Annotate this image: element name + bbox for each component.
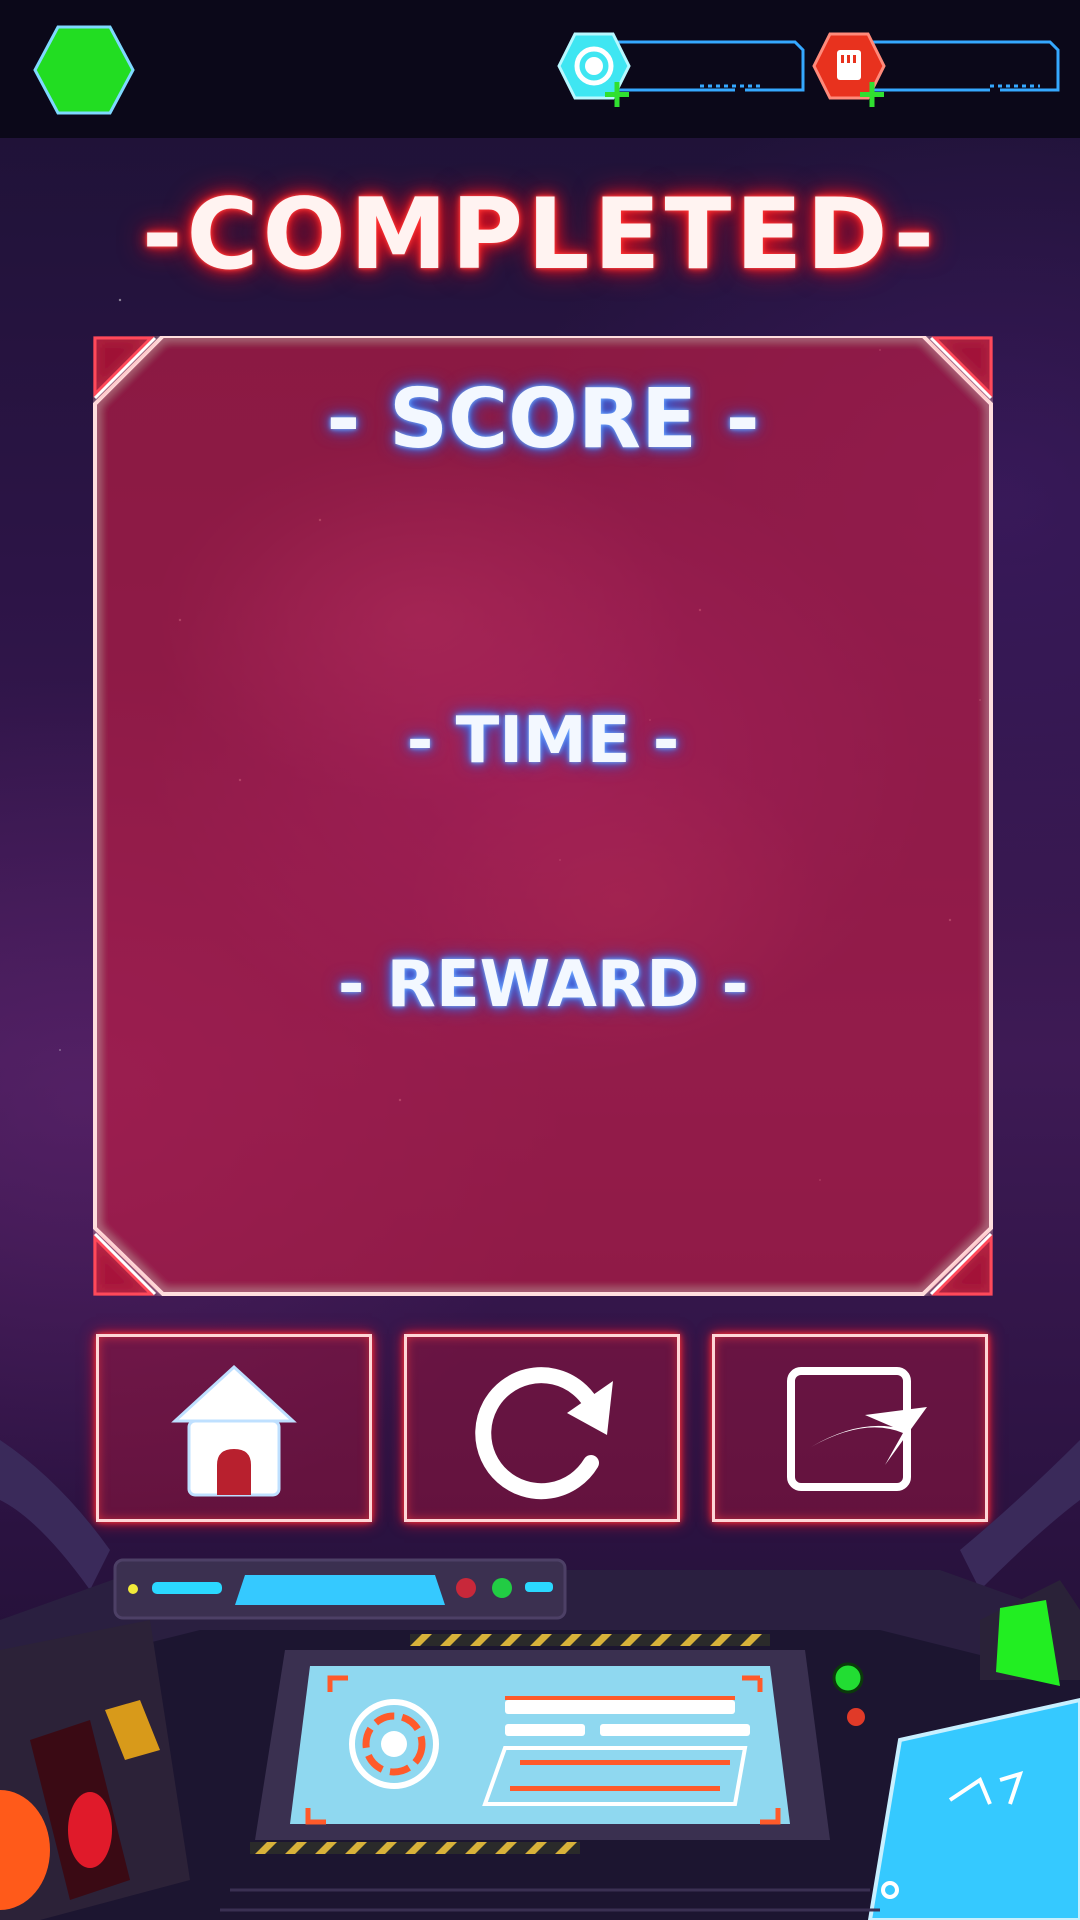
score-label: - SCORE -	[326, 372, 760, 467]
time-label: - TIME -	[406, 704, 680, 778]
cockpit-dashboard	[0, 1440, 1080, 1920]
results-panel: - SCORE - - TIME - - REWARD -	[93, 336, 993, 1296]
level-hexagon-icon[interactable]	[32, 24, 136, 116]
completed-title: -COMPLETED-	[141, 178, 939, 292]
reward-label: - REWARD -	[337, 948, 749, 1022]
top-bar	[0, 0, 1080, 138]
level-complete-screen: -COMPLETED- - SCORE - - TIME - - REWARD …	[0, 0, 1080, 1920]
coins-counter	[555, 30, 807, 110]
panel-frame	[93, 336, 993, 1296]
cards-counter	[810, 30, 1062, 110]
